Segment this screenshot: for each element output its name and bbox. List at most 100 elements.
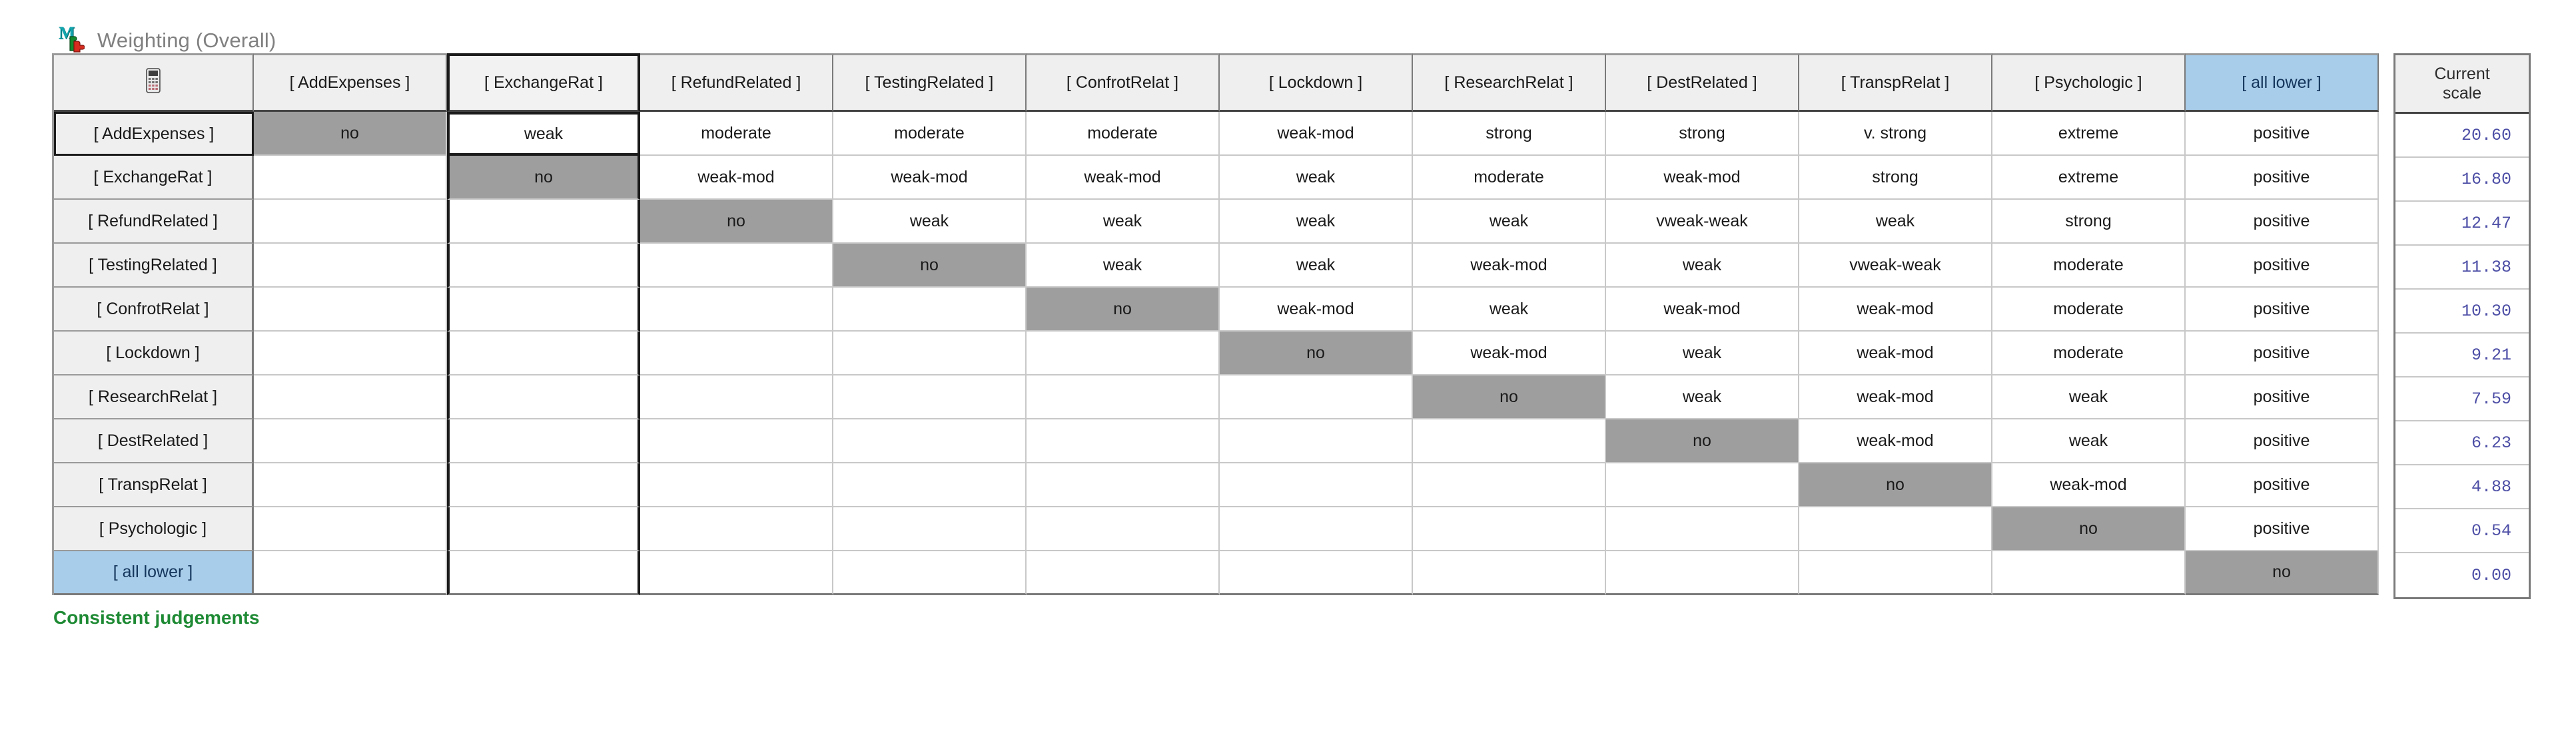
column-header-1[interactable]: [ ExchangeRat ] xyxy=(447,53,640,112)
row-header-4[interactable]: [ ConfrotRelat ] xyxy=(54,288,254,332)
cell-8-4[interactable] xyxy=(1027,463,1220,507)
row-header-0[interactable]: [ AddExpenses ] xyxy=(54,112,254,156)
cell-0-9[interactable]: extreme xyxy=(1992,112,2186,156)
cell-7-6[interactable] xyxy=(1413,419,1606,463)
cell-0-5[interactable]: weak-mod xyxy=(1220,112,1413,156)
row-header-2[interactable]: [ RefundRelated ] xyxy=(54,200,254,244)
cell-6-1[interactable] xyxy=(447,375,640,419)
cell-8-8[interactable]: no xyxy=(1799,463,1992,507)
cell-3-1[interactable] xyxy=(447,244,640,288)
cell-4-3[interactable] xyxy=(833,288,1027,332)
cell-1-10[interactable]: positive xyxy=(2186,156,2379,200)
cell-9-7[interactable] xyxy=(1606,507,1799,551)
cell-5-3[interactable] xyxy=(833,332,1027,375)
cell-1-0[interactable] xyxy=(254,156,447,200)
column-header-5[interactable]: [ Lockdown ] xyxy=(1220,53,1413,112)
cell-1-1[interactable]: no xyxy=(447,156,640,200)
cell-7-5[interactable] xyxy=(1220,419,1413,463)
cell-6-7[interactable]: weak xyxy=(1606,375,1799,419)
cell-1-4[interactable]: weak-mod xyxy=(1027,156,1220,200)
cell-3-6[interactable]: weak-mod xyxy=(1413,244,1606,288)
cell-8-7[interactable] xyxy=(1606,463,1799,507)
cell-3-8[interactable]: vweak-weak xyxy=(1799,244,1992,288)
cell-1-2[interactable]: weak-mod xyxy=(640,156,833,200)
column-header-4[interactable]: [ ConfrotRelat ] xyxy=(1027,53,1220,112)
cell-10-10[interactable]: no xyxy=(2186,551,2379,595)
cell-4-0[interactable] xyxy=(254,288,447,332)
cell-2-1[interactable] xyxy=(447,200,640,244)
cell-10-3[interactable] xyxy=(833,551,1027,595)
cell-5-10[interactable]: positive xyxy=(2186,332,2379,375)
row-header-5[interactable]: [ Lockdown ] xyxy=(54,332,254,375)
cell-9-3[interactable] xyxy=(833,507,1027,551)
cell-8-5[interactable] xyxy=(1220,463,1413,507)
cell-6-4[interactable] xyxy=(1027,375,1220,419)
cell-0-3[interactable]: moderate xyxy=(833,112,1027,156)
cell-2-0[interactable] xyxy=(254,200,447,244)
cell-7-7[interactable]: no xyxy=(1606,419,1799,463)
cell-9-8[interactable] xyxy=(1799,507,1992,551)
row-header-9[interactable]: [ Psychologic ] xyxy=(54,507,254,551)
cell-7-2[interactable] xyxy=(640,419,833,463)
column-header-3[interactable]: [ TestingRelated ] xyxy=(833,53,1027,112)
cell-2-8[interactable]: weak xyxy=(1799,200,1992,244)
cell-8-3[interactable] xyxy=(833,463,1027,507)
cell-7-3[interactable] xyxy=(833,419,1027,463)
cell-2-3[interactable]: weak xyxy=(833,200,1027,244)
cell-10-9[interactable] xyxy=(1992,551,2186,595)
cell-9-5[interactable] xyxy=(1220,507,1413,551)
cell-4-6[interactable]: weak xyxy=(1413,288,1606,332)
cell-5-2[interactable] xyxy=(640,332,833,375)
cell-10-6[interactable] xyxy=(1413,551,1606,595)
cell-4-1[interactable] xyxy=(447,288,640,332)
cell-0-8[interactable]: v. strong xyxy=(1799,112,1992,156)
cell-6-6[interactable]: no xyxy=(1413,375,1606,419)
cell-5-8[interactable]: weak-mod xyxy=(1799,332,1992,375)
cell-3-0[interactable] xyxy=(254,244,447,288)
cell-4-5[interactable]: weak-mod xyxy=(1220,288,1413,332)
cell-10-0[interactable] xyxy=(254,551,447,595)
cell-3-3[interactable]: no xyxy=(833,244,1027,288)
cell-8-0[interactable] xyxy=(254,463,447,507)
cell-3-4[interactable]: weak xyxy=(1027,244,1220,288)
cell-1-9[interactable]: extreme xyxy=(1992,156,2186,200)
cell-4-4[interactable]: no xyxy=(1027,288,1220,332)
column-header-2[interactable]: [ RefundRelated ] xyxy=(640,53,833,112)
cell-10-1[interactable] xyxy=(447,551,640,595)
cell-0-0[interactable]: no xyxy=(254,112,447,156)
weighting-matrix-table[interactable]: [ AddExpenses ] [ ExchangeRat ] [ Refund… xyxy=(52,53,2379,595)
column-header-8[interactable]: [ TranspRelat ] xyxy=(1799,53,1992,112)
cell-8-9[interactable]: weak-mod xyxy=(1992,463,2186,507)
cell-4-9[interactable]: moderate xyxy=(1992,288,2186,332)
cell-1-7[interactable]: weak-mod xyxy=(1606,156,1799,200)
row-header-6[interactable]: [ ResearchRelat ] xyxy=(54,375,254,419)
cell-2-10[interactable]: positive xyxy=(2186,200,2379,244)
cell-5-5[interactable]: no xyxy=(1220,332,1413,375)
row-header-10[interactable]: [ all lower ] xyxy=(54,551,254,595)
row-header-3[interactable]: [ TestingRelated ] xyxy=(54,244,254,288)
cell-2-5[interactable]: weak xyxy=(1220,200,1413,244)
cell-7-4[interactable] xyxy=(1027,419,1220,463)
cell-7-8[interactable]: weak-mod xyxy=(1799,419,1992,463)
cell-5-4[interactable] xyxy=(1027,332,1220,375)
cell-5-7[interactable]: weak xyxy=(1606,332,1799,375)
column-header-9[interactable]: [ Psychologic ] xyxy=(1992,53,2186,112)
cell-5-9[interactable]: moderate xyxy=(1992,332,2186,375)
cell-2-7[interactable]: vweak-weak xyxy=(1606,200,1799,244)
cell-8-1[interactable] xyxy=(447,463,640,507)
cell-6-3[interactable] xyxy=(833,375,1027,419)
cell-9-2[interactable] xyxy=(640,507,833,551)
cell-8-10[interactable]: positive xyxy=(2186,463,2379,507)
cell-7-0[interactable] xyxy=(254,419,447,463)
cell-0-4[interactable]: moderate xyxy=(1027,112,1220,156)
row-header-7[interactable]: [ DestRelated ] xyxy=(54,419,254,463)
cell-4-10[interactable]: positive xyxy=(2186,288,2379,332)
cell-4-2[interactable] xyxy=(640,288,833,332)
cell-6-0[interactable] xyxy=(254,375,447,419)
column-header-0[interactable]: [ AddExpenses ] xyxy=(254,53,447,112)
cell-6-8[interactable]: weak-mod xyxy=(1799,375,1992,419)
row-header-1[interactable]: [ ExchangeRat ] xyxy=(54,156,254,200)
cell-2-2[interactable]: no xyxy=(640,200,833,244)
cell-9-9[interactable]: no xyxy=(1992,507,2186,551)
cell-9-0[interactable] xyxy=(254,507,447,551)
